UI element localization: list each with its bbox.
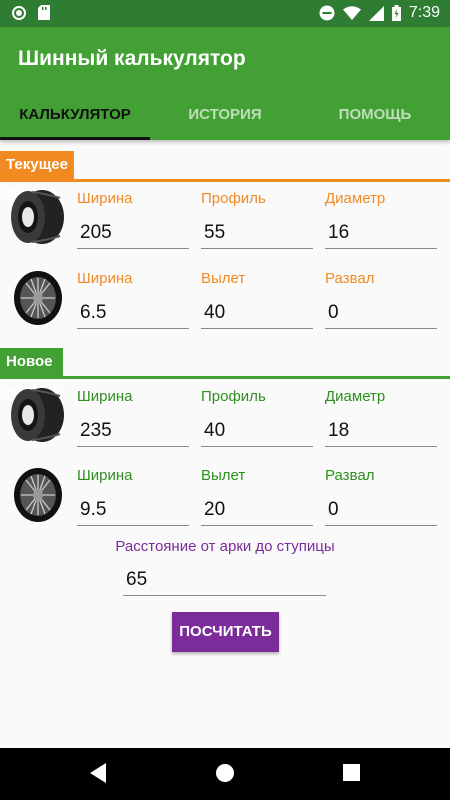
field-label: Ширина xyxy=(77,467,133,484)
current-tire-profile-field: Профиль 55 xyxy=(201,190,313,249)
new-tire-width-input[interactable]: 235 xyxy=(77,417,189,447)
new-tire-diameter-input[interactable]: 18 xyxy=(325,417,437,447)
rim-icon xyxy=(14,468,62,522)
field-label: Ширина xyxy=(77,190,133,207)
field-label: Диаметр xyxy=(325,190,386,207)
field-label: Вылет xyxy=(201,467,246,484)
current-rim-offset-input[interactable]: 40 xyxy=(201,299,313,329)
rim-icon xyxy=(14,271,62,325)
sd-card-icon xyxy=(38,5,50,20)
field-label: Развал xyxy=(325,270,375,287)
back-icon[interactable] xyxy=(88,762,108,784)
app-bar: Шинный калькулятор КАЛЬКУЛЯТОР ИСТОРИЯ П… xyxy=(0,27,450,140)
current-rim-width-field: Ширина 6.5 xyxy=(77,270,189,329)
new-rim-camber-field: Развал 0 xyxy=(325,467,437,526)
recents-icon[interactable] xyxy=(343,764,360,781)
new-wheel-title: Новое колесо xyxy=(0,348,64,398)
tab-help[interactable]: ПОМОЩЬ xyxy=(300,98,450,140)
new-rim-width-input[interactable]: 9.5 xyxy=(77,496,189,526)
current-rim-width-input[interactable]: 6.5 xyxy=(77,299,189,329)
new-rim-offset-field: Вылет 20 xyxy=(201,467,313,526)
distance-input[interactable]: 65 xyxy=(123,566,326,596)
navigation-bar xyxy=(0,748,450,800)
current-tire-profile-input[interactable]: 55 xyxy=(201,219,313,249)
new-tire-row: Ширина 235 Профиль 40 Диаметр 18 xyxy=(0,382,450,454)
calculate-button[interactable]: ПОСЧИТАТЬ xyxy=(172,612,279,652)
new-rim-offset-input[interactable]: 20 xyxy=(201,496,313,526)
field-label: Профиль xyxy=(201,388,266,405)
new-rim-width-field: Ширина 9.5 xyxy=(77,467,189,526)
current-tire-diameter-field: Диаметр 16 xyxy=(325,190,437,249)
distance-label: Расстояние от арки до ступицы xyxy=(115,538,335,555)
field-label: Ширина xyxy=(77,270,133,287)
tire-icon xyxy=(11,388,64,442)
field-label: Диаметр xyxy=(325,388,386,405)
wifi-icon xyxy=(342,5,361,20)
field-label: Развал xyxy=(325,467,375,484)
current-tire-width-field: Ширина 205 xyxy=(77,190,189,249)
battery-icon xyxy=(391,5,401,21)
home-icon[interactable] xyxy=(215,763,235,783)
new-tire-diameter-field: Диаметр 18 xyxy=(325,388,437,447)
signal-icon xyxy=(368,5,384,21)
current-rim-camber-input[interactable]: 0 xyxy=(325,299,437,329)
status-time: 7:39 xyxy=(408,4,440,21)
tab-history[interactable]: ИСТОРИЯ xyxy=(150,98,300,140)
current-wheel-title: Текущее колесо xyxy=(0,151,74,201)
field-label: Ширина xyxy=(77,388,133,405)
app-title: Шинный калькулятор xyxy=(18,47,246,70)
current-tire-row: Ширина 205 Профиль 55 Диаметр 16 xyxy=(0,184,450,256)
do-not-disturb-icon xyxy=(319,5,335,21)
new-tire-profile-input[interactable]: 40 xyxy=(201,417,313,447)
current-wheel-divider xyxy=(0,179,450,182)
field-label: Профиль xyxy=(201,190,266,207)
new-rim-row: Ширина 9.5 Вылет 20 Развал 0 xyxy=(0,461,450,533)
tab-bar: КАЛЬКУЛЯТОР ИСТОРИЯ ПОМОЩЬ xyxy=(0,98,450,140)
notification-icon xyxy=(12,5,26,20)
current-rim-row: Ширина 6.5 Вылет 40 Развал 0 xyxy=(0,264,450,336)
tab-calculator[interactable]: КАЛЬКУЛЯТОР xyxy=(0,98,150,140)
current-rim-camber-field: Развал 0 xyxy=(325,270,437,329)
new-tire-profile-field: Профиль 40 xyxy=(201,388,313,447)
status-bar: 7:39 xyxy=(0,0,450,27)
current-tire-diameter-input[interactable]: 16 xyxy=(325,219,437,249)
tire-icon xyxy=(11,190,64,244)
field-label: Вылет xyxy=(201,270,246,287)
current-tire-width-input[interactable]: 205 xyxy=(77,219,189,249)
new-rim-camber-input[interactable]: 0 xyxy=(325,496,437,526)
new-tire-width-field: Ширина 235 xyxy=(77,388,189,447)
current-rim-offset-field: Вылет 40 xyxy=(201,270,313,329)
new-wheel-divider xyxy=(0,376,450,379)
